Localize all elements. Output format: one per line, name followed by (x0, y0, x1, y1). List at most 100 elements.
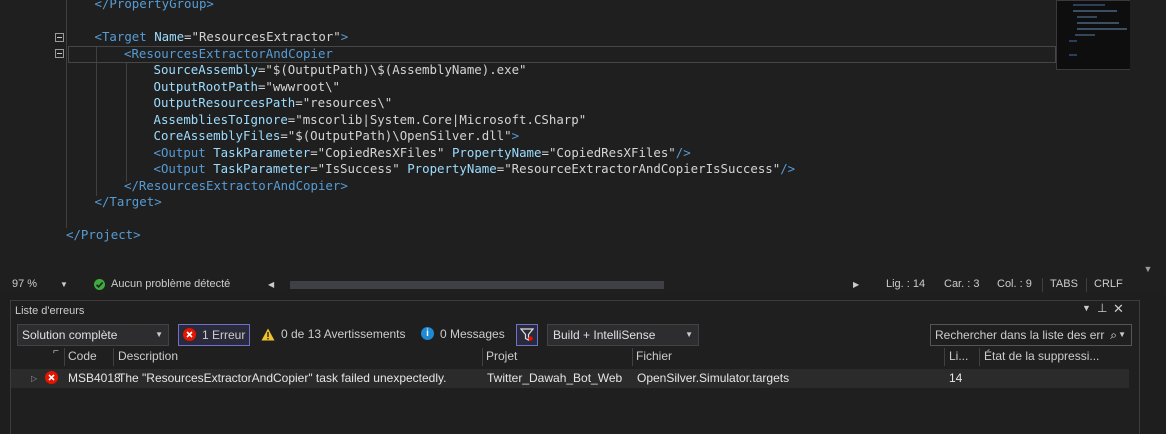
code-token: "IsSuccess" (317, 161, 400, 176)
code-line[interactable]: CoreAssemblyFiles="$(OutputPath)\OpenSil… (154, 128, 520, 144)
code-token: OutputRootPath (153, 78, 258, 94)
filter-toggle-button[interactable] (516, 324, 538, 346)
code-token: </ (94, 0, 110, 11)
line-ending[interactable]: CRLF (1094, 278, 1123, 290)
code-token: > (133, 227, 141, 242)
indent-guide (96, 46, 97, 196)
scroll-down-icon[interactable]: ▼ (1130, 264, 1166, 274)
info-icon: i (421, 327, 434, 340)
close-icon[interactable]: ✕ (1113, 301, 1124, 317)
code-line[interactable]: </Target> (95, 194, 162, 210)
column-indicator[interactable]: Col. : 9 (997, 278, 1032, 290)
code-line[interactable]: <Output TaskParameter="CopiedResXFiles" … (154, 145, 691, 161)
panel-title: Liste d'erreurs (15, 305, 85, 317)
chevron-down-icon: ▼ (685, 330, 693, 339)
divider (1042, 278, 1043, 292)
code-token: "$(OutputPath)\$(AssemblyName).exe" (265, 62, 527, 77)
zoom-dropdown-icon[interactable]: ▼ (60, 280, 68, 289)
filter-icon (520, 328, 534, 341)
code-token: Target (109, 194, 155, 209)
errors-filter-button[interactable]: 1 Erreur (178, 324, 250, 346)
warnings-filter-button[interactable]: 0 de 13 Avertissements (258, 324, 408, 344)
code-token: = (184, 29, 192, 44)
scroll-right-icon[interactable]: ▶ (853, 280, 859, 289)
code-token: /> (780, 161, 796, 176)
error-icon (45, 371, 58, 384)
chevron-down-icon: ▼ (1118, 330, 1126, 339)
code-token: "$(OutputPath)\OpenSilver.dll" (287, 128, 512, 143)
fold-toggle-icon[interactable] (55, 33, 64, 42)
error-file[interactable]: OpenSilver.Simulator.targets (637, 371, 789, 385)
divider (64, 348, 65, 366)
error-description: The "ResourcesExtractorAndCopier" task f… (118, 371, 447, 385)
code-line[interactable]: <Target Name="ResourcesExtractor"> (95, 29, 349, 45)
build-filter-dropdown[interactable]: Build + IntelliSense ▼ (547, 324, 699, 346)
code-line[interactable]: SourceAssembly="$(OutputPath)\$(Assembly… (154, 62, 527, 78)
code-line[interactable]: <ResourcesExtractorAndCopier (124, 46, 333, 62)
line-indicator[interactable]: Lig. : 14 (886, 278, 925, 290)
divider (482, 348, 483, 366)
code-token: "ResourceExtractorAndCopierIsSuccess" (504, 161, 781, 176)
pin-icon[interactable]: ⊥ (1097, 301, 1107, 315)
panel-options-icon[interactable]: ▼ (1082, 303, 1091, 313)
code-line[interactable]: OutputRootPath="wwwroot\" (154, 79, 341, 95)
code-minimap[interactable] (1056, 0, 1131, 70)
chevron-down-icon: ▼ (155, 330, 163, 339)
horizontal-scrollbar-thumb[interactable] (290, 281, 664, 289)
column-code[interactable]: Code (68, 349, 97, 363)
error-list-scrollbar[interactable] (1130, 347, 1138, 433)
code-token: Output (160, 144, 206, 160)
indent-mode[interactable]: TABS (1050, 278, 1078, 290)
expand-row-icon[interactable]: ▷ (31, 374, 37, 383)
editor-vertical-scrollbar[interactable]: ▼ (1130, 0, 1166, 276)
code-token: </ (124, 177, 139, 193)
code-token: "CopiedResXFiles" (548, 144, 676, 160)
column-line[interactable]: Li... (949, 349, 968, 363)
scroll-left-icon[interactable]: ◀ (268, 280, 274, 289)
errors-count: 1 Erreur (202, 328, 246, 342)
column-description[interactable]: Description (118, 349, 178, 363)
divider (113, 348, 114, 366)
code-token: </ (94, 194, 110, 209)
code-token: = (295, 95, 303, 110)
code-line[interactable]: OutputResourcesPath="resources\" (154, 95, 393, 111)
scope-value: Solution complète (22, 328, 118, 342)
code-line[interactable]: </Project> (66, 227, 141, 243)
issues-status[interactable]: Aucun problème détecté (111, 278, 230, 290)
search-error-list[interactable]: Rechercher dans la liste des err ⌕ ▼ (930, 324, 1132, 346)
code-token: = (541, 144, 549, 160)
messages-filter-button[interactable]: i 0 Messages (417, 324, 507, 344)
sort-indicator-icon[interactable]: ⌐ (53, 346, 59, 357)
fold-toggle-icon[interactable] (55, 49, 64, 58)
code-token: /> (675, 144, 691, 160)
search-input[interactable]: Rechercher dans la liste des err (935, 325, 1105, 345)
code-line[interactable]: <Output TaskParameter="IsSuccess" Proper… (154, 161, 796, 177)
code-token: TaskParameter (213, 144, 311, 160)
warnings-count: 0 de 13 Avertissements (281, 327, 406, 341)
column-file[interactable]: Fichier (636, 349, 672, 363)
code-line[interactable]: </PropertyGroup> (95, 0, 214, 12)
divider (979, 348, 980, 366)
scope-dropdown[interactable]: Solution complète ▼ (17, 324, 169, 346)
code-line[interactable]: AssembliesToIgnore="mscorlib|System.Core… (154, 112, 587, 128)
code-line[interactable]: </ResourcesExtractorAndCopier> (124, 178, 348, 194)
code-token: ResourcesExtractorAndCopier (131, 45, 333, 61)
error-project: Twitter_Dawah_Bot_Web (487, 371, 623, 385)
zoom-level[interactable]: 97 % (12, 278, 37, 290)
search-icon: ⌕ (1110, 328, 1117, 342)
char-indicator[interactable]: Car. : 3 (944, 278, 979, 290)
build-filter-value: Build + IntelliSense (553, 328, 656, 342)
code-token: < (94, 29, 102, 44)
error-code: MSB4018 (68, 371, 121, 385)
code-token: > (206, 0, 214, 11)
error-line: 14 (949, 371, 963, 385)
warning-icon (261, 328, 275, 341)
code-token: > (340, 177, 348, 193)
code-token: AssembliesToIgnore (153, 111, 288, 127)
code-token: < (153, 144, 161, 160)
column-project[interactable]: Projet (486, 349, 517, 363)
code-token: Project (80, 227, 134, 242)
column-suppression-state[interactable]: État de la suppressi... (984, 349, 1099, 363)
divider (944, 348, 945, 366)
